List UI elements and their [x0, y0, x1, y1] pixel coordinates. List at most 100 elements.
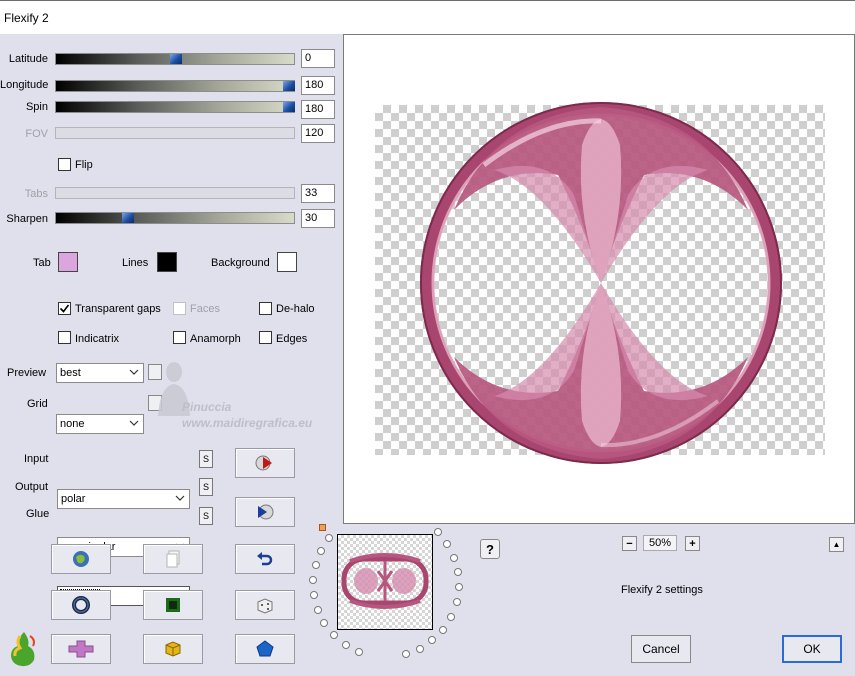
navigator-ring-dot[interactable] [311, 560, 320, 569]
chevron-down-icon [175, 495, 185, 501]
latitude-slider[interactable] [55, 53, 295, 65]
longitude-slider[interactable] [55, 80, 295, 92]
navigator-ring-dot[interactable] [401, 650, 410, 659]
navigator-ring-dot[interactable] [450, 553, 459, 562]
navigator-ring-dot[interactable] [309, 590, 318, 599]
input-arrow-button[interactable] [235, 448, 295, 478]
collapse-button[interactable]: ▲ [829, 537, 844, 552]
cancel-button[interactable]: Cancel [631, 635, 691, 663]
latitude-label: Latitude [8, 53, 48, 65]
transparent-gaps-label: Transparent gaps [75, 303, 161, 315]
de-halo-checkbox[interactable] [259, 302, 272, 315]
longitude-value[interactable]: 180 [301, 76, 335, 95]
navigator-ring-dot[interactable] [452, 598, 461, 607]
navigator-ring-dot[interactable] [439, 625, 448, 634]
thumbnail-marker[interactable] [319, 524, 326, 531]
arrow-red-icon [255, 455, 272, 471]
edges-label: Edges [276, 333, 308, 345]
longitude-slider-thumb[interactable] [283, 81, 295, 91]
transparent-gaps-checkbox[interactable] [58, 302, 71, 315]
pentagon-button[interactable] [235, 634, 295, 664]
indicatrix-checkbox[interactable] [58, 331, 71, 344]
preview-select[interactable]: best [56, 363, 144, 383]
tabs-label: Tabs [24, 188, 48, 200]
longitude-label: Longitude [0, 79, 49, 91]
navigator-ring-dot[interactable] [454, 583, 463, 592]
undo-icon [257, 552, 273, 566]
output-arrow-button[interactable] [235, 497, 295, 527]
spin-slider-thumb[interactable] [283, 102, 295, 112]
green-square-button[interactable] [143, 590, 203, 620]
anamorph-checkbox[interactable] [173, 331, 186, 344]
pentagon-icon [256, 640, 274, 657]
undo-button[interactable] [235, 544, 295, 574]
sharpen-slider[interactable] [55, 212, 295, 224]
output-s-button[interactable]: S [199, 478, 213, 496]
navigator-preview-image [341, 553, 429, 609]
grid-select-value: none [60, 418, 85, 430]
input-select-value: polar [61, 493, 86, 505]
zoom-out-button[interactable]: − [622, 536, 637, 551]
help-button[interactable]: ? [480, 539, 500, 559]
navigator-ring-dot[interactable] [309, 575, 318, 584]
navigator-thumbnail[interactable] [337, 534, 433, 630]
gold-cube-icon [165, 641, 181, 657]
plus-shape-icon [68, 640, 94, 658]
arrow-blue-icon [258, 504, 274, 520]
dice-button[interactable] [235, 590, 295, 620]
grid-select[interactable]: none [56, 414, 144, 434]
input-select[interactable]: polar [57, 489, 190, 509]
glue-s-button[interactable]: S [199, 507, 213, 525]
zoom-in-button[interactable]: + [685, 536, 700, 551]
navigator-ring-dot[interactable] [454, 568, 463, 577]
globe-button[interactable] [51, 544, 111, 574]
navigator-ring-dot[interactable] [428, 636, 437, 645]
plus-shape-button[interactable] [51, 634, 111, 664]
latitude-slider-thumb[interactable] [170, 54, 182, 64]
indicatrix-label: Indicatrix [75, 333, 120, 345]
preview-canvas[interactable] [343, 34, 855, 524]
flaming-pear-logo [6, 630, 42, 668]
navigator-ring-dot[interactable] [320, 619, 329, 628]
ok-button[interactable]: OK [782, 635, 842, 663]
de-halo-label: De-halo [276, 303, 315, 315]
navigator-ring-dot[interactable] [341, 640, 350, 649]
gold-cube-button[interactable] [143, 634, 203, 664]
background-color-swatch[interactable] [277, 252, 297, 272]
navigator-ring-dot[interactable] [355, 647, 364, 656]
latitude-value[interactable]: 0 [301, 49, 335, 68]
edges-checkbox[interactable] [259, 331, 272, 344]
flip-checkbox[interactable] [58, 158, 71, 171]
settings-caption: Flexify 2 settings [621, 584, 703, 596]
navigator-ring-dot[interactable] [447, 612, 456, 621]
preview-label: Preview [7, 367, 47, 379]
lines-color-swatch[interactable] [157, 252, 177, 272]
watermark-url: www.maidiregrafica.eu [182, 416, 313, 430]
window-title: Flexify 2 [4, 11, 49, 25]
navigator-ring-dot[interactable] [329, 631, 338, 640]
sharpen-value[interactable]: 30 [301, 209, 335, 228]
faces-label: Faces [190, 303, 220, 315]
spin-slider[interactable] [55, 101, 295, 113]
tab-color-swatch[interactable] [58, 252, 78, 272]
navigator-ring-dot[interactable] [317, 546, 326, 555]
sharpen-slider-thumb[interactable] [122, 213, 134, 223]
chevron-down-icon [129, 369, 139, 375]
flaming-pear-logo-icon [11, 632, 35, 667]
page-button[interactable] [143, 544, 203, 574]
ring-button[interactable] [51, 590, 111, 620]
spin-value[interactable]: 180 [301, 100, 335, 119]
zoom-level: 50% [643, 535, 677, 551]
navigator-ring-dot[interactable] [325, 533, 334, 542]
navigator-ring-dot[interactable] [443, 540, 452, 549]
navigator-ring-dot[interactable] [415, 644, 424, 653]
lines-color-label: Lines [122, 257, 149, 269]
spin-label: Spin [25, 101, 48, 113]
input-s-button[interactable]: S [199, 450, 213, 468]
fov-slider [55, 127, 295, 139]
fov-label: FOV [25, 128, 48, 140]
dice-icon [257, 598, 273, 614]
navigator-ring-dot[interactable] [433, 528, 442, 537]
input-label: Input [24, 453, 49, 465]
navigator-ring-dot[interactable] [313, 605, 322, 614]
